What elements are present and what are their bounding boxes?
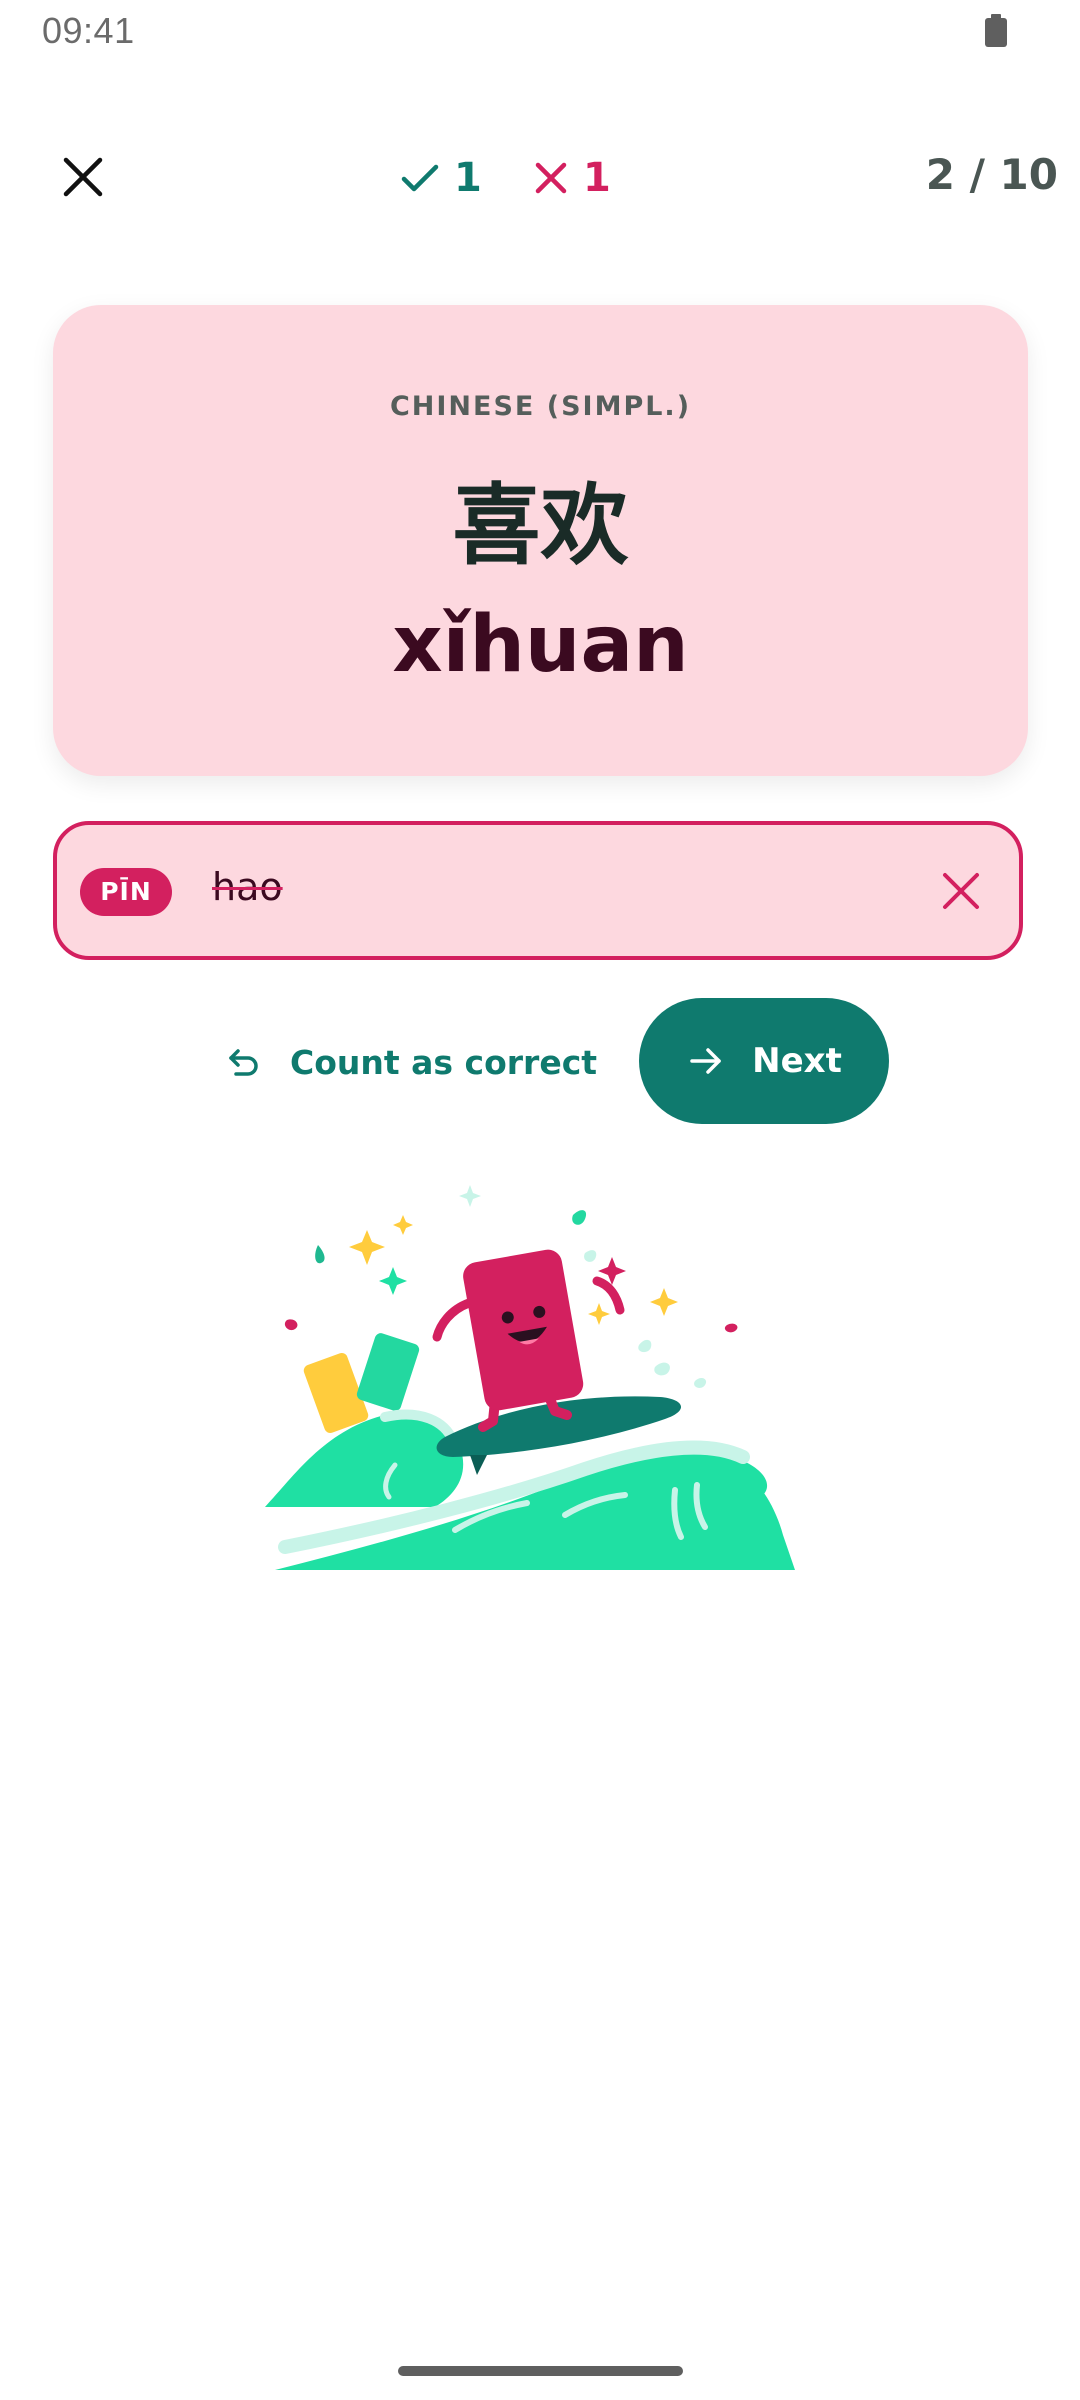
count-as-correct-button[interactable]: Count as correct	[224, 1022, 597, 1102]
correct-counter: 1	[400, 148, 482, 208]
arrow-right-icon	[690, 1048, 721, 1074]
card-language-label: CHINESE (SIMPL.)	[389, 391, 692, 422]
wrong-count: 1	[583, 155, 611, 201]
undo-icon	[229, 1049, 258, 1076]
home-indicator[interactable]	[398, 2366, 683, 2376]
surfing-card-illustration	[265, 1185, 795, 1570]
check-icon	[401, 164, 439, 192]
progress-indicator: 2 / 10	[925, 150, 1058, 199]
answer-text: hao	[212, 865, 283, 909]
status-time: 09:41	[42, 10, 135, 51]
next-label: Next	[752, 1041, 842, 1081]
correct-count: 1	[454, 155, 482, 201]
close-button[interactable]	[58, 152, 108, 202]
battery-full-icon	[985, 14, 1007, 47]
incorrect-icon	[943, 873, 979, 909]
count-as-correct-label: Count as correct	[290, 1042, 598, 1082]
card-reading: xǐhuan	[392, 600, 689, 690]
flashcard-review-screen: 09:41 1 1 2 / 10 CHINESE (SIMPL.) 喜欢 xǐh…	[0, 0, 1080, 2400]
wrong-counter: 1	[533, 148, 611, 208]
next-button[interactable]: Next	[639, 998, 889, 1124]
close-icon	[63, 157, 103, 197]
cross-icon	[535, 162, 567, 194]
prompt-card: CHINESE (SIMPL.) 喜欢 xǐhuan	[53, 305, 1028, 776]
answer-field[interactable]: PĪN hao	[53, 821, 1023, 960]
answer-type-badge: PĪN	[80, 868, 172, 916]
card-term: 喜欢	[452, 474, 629, 577]
